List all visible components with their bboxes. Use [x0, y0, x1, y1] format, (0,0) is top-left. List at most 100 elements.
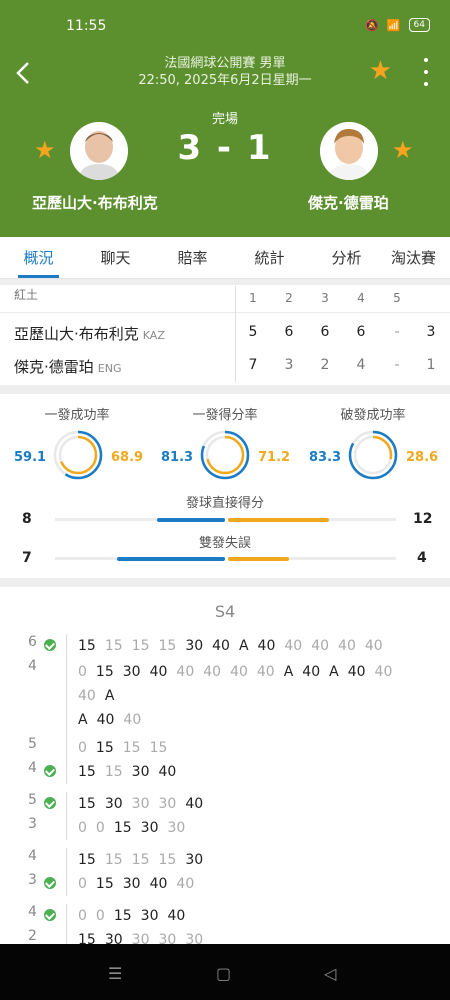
- point-score: 15: [131, 638, 150, 654]
- game-score-top: 5: [28, 736, 37, 752]
- point-score: 40: [347, 664, 366, 680]
- winner-check-icon: [44, 765, 56, 777]
- winner-check-icon: [44, 909, 56, 921]
- point-sequence: A 40 40: [78, 708, 418, 732]
- point-score: 40: [176, 876, 195, 892]
- divider: [235, 286, 236, 382]
- set-header: 2: [285, 291, 293, 305]
- game-score-bottom: 3: [28, 816, 37, 832]
- stat-right-value: 68.9: [111, 450, 144, 465]
- player2-name[interactable]: 傑克·德雷珀: [308, 192, 389, 213]
- set-score: 6: [356, 324, 366, 340]
- point-score: 15: [78, 764, 96, 780]
- set-score: 6: [284, 324, 294, 340]
- point-score: A: [238, 638, 249, 654]
- set-score: 2: [320, 357, 330, 373]
- point-score: 15: [122, 740, 141, 756]
- point-score: 30: [104, 796, 123, 812]
- stat-ring: [200, 430, 250, 480]
- tab-chat[interactable]: 聊天: [77, 237, 154, 278]
- point-score: 40: [338, 638, 356, 654]
- bar-title: 發球直接得分: [185, 496, 264, 511]
- point-score: 30: [140, 908, 159, 924]
- point-score: 40: [212, 638, 230, 654]
- divider: [66, 848, 67, 896]
- bar-left-fill: [157, 518, 225, 522]
- winner-check-icon: [44, 877, 56, 889]
- point-score: 0: [78, 876, 87, 892]
- tab-stats[interactable]: 統計: [231, 237, 308, 278]
- bar-right-fill: [228, 518, 329, 522]
- point-score: 15: [158, 638, 177, 654]
- point-score: 15: [158, 852, 177, 868]
- home-icon[interactable]: ▢: [216, 964, 231, 983]
- stat-ring: [53, 430, 103, 480]
- point-score: 40: [257, 638, 276, 654]
- tab-overview[interactable]: 概況: [0, 237, 77, 278]
- tab-knockout[interactable]: 淘汰賽: [385, 237, 450, 278]
- set-header: 5: [393, 291, 401, 305]
- more-menu-icon[interactable]: [422, 58, 430, 86]
- player2-favorite-star-icon[interactable]: ★: [392, 136, 414, 164]
- point-score: 40: [158, 764, 177, 780]
- point-score: 40: [176, 664, 195, 680]
- stat-right-value: 71.2: [258, 450, 291, 465]
- match-score: 3 - 1: [177, 128, 273, 168]
- set-score: -: [394, 357, 400, 373]
- stat-left-value: 83.3: [309, 450, 342, 465]
- player2-avatar[interactable]: [320, 122, 378, 180]
- point-score: 30: [167, 820, 186, 836]
- point-score: 15: [131, 852, 150, 868]
- scoreboard-player2: 傑克·德雷珀 ENG: [14, 358, 122, 376]
- game-score-bottom: 3: [28, 872, 37, 888]
- divider: [66, 634, 67, 742]
- set-score: 7: [248, 357, 258, 373]
- point-score: 40: [374, 664, 393, 680]
- point-score: A: [329, 664, 339, 680]
- point-score: 40: [185, 796, 204, 812]
- point-score: 0: [95, 908, 105, 924]
- set-header: 3: [321, 291, 329, 305]
- point-score: 0: [78, 664, 87, 680]
- status-time: 11:55: [66, 18, 107, 34]
- point-score: 40: [96, 712, 115, 728]
- bar-left-value: 8: [22, 511, 32, 527]
- winner-check-icon: [44, 797, 56, 809]
- tab-odds[interactable]: 賠率: [154, 237, 231, 278]
- point-sequence: 0 15 30 40 40: [78, 872, 418, 896]
- player1-favorite-star-icon[interactable]: ★: [34, 136, 56, 164]
- point-sequence: 15 15 30 40: [78, 760, 418, 784]
- point-score: 15: [113, 908, 132, 924]
- stat-title: 破發成功率: [340, 408, 406, 423]
- point-score: 15: [104, 764, 123, 780]
- tab-analysis[interactable]: 分析: [308, 237, 385, 278]
- favorite-star-icon[interactable]: ★: [369, 56, 392, 86]
- bar-left-value: 7: [22, 550, 32, 566]
- back-nav-icon[interactable]: ◁: [324, 964, 336, 983]
- player1-name[interactable]: 亞歷山大·布布利克: [32, 192, 158, 213]
- point-sequence: 15 15 15 15 30: [78, 848, 418, 872]
- point-score: 40: [149, 876, 168, 892]
- stat-right-value: 28.6: [406, 450, 439, 465]
- menu-icon[interactable]: ☰: [108, 964, 122, 983]
- divider: [0, 578, 450, 587]
- game-row: 6 4 15 15 15 15 30 40 A 40 40 40 40 40 0 15 30 40 40 40 40 40…: [0, 634, 450, 742]
- game-score-top: 4: [28, 904, 37, 920]
- point-score: 30: [122, 876, 141, 892]
- game-row: 4 3 15 15 15 15 30 0 15 30 40 40: [0, 848, 450, 900]
- point-score: 40: [167, 908, 186, 924]
- divider: [0, 279, 450, 285]
- point-score: 15: [95, 876, 114, 892]
- point-score: 0: [78, 740, 87, 756]
- bar-right-value: 12: [413, 511, 433, 527]
- point-score: 30: [122, 664, 141, 680]
- game-score-bottom: 4: [28, 760, 37, 776]
- point-score: 40: [230, 664, 248, 680]
- set-label: S4: [214, 602, 236, 621]
- point-score: 0: [78, 820, 87, 836]
- player1-avatar[interactable]: [70, 122, 128, 180]
- stat-left-value: 81.3: [161, 450, 194, 465]
- divider: [66, 792, 67, 840]
- set-score: 6: [320, 324, 330, 340]
- game-score-bottom: 4: [28, 658, 37, 674]
